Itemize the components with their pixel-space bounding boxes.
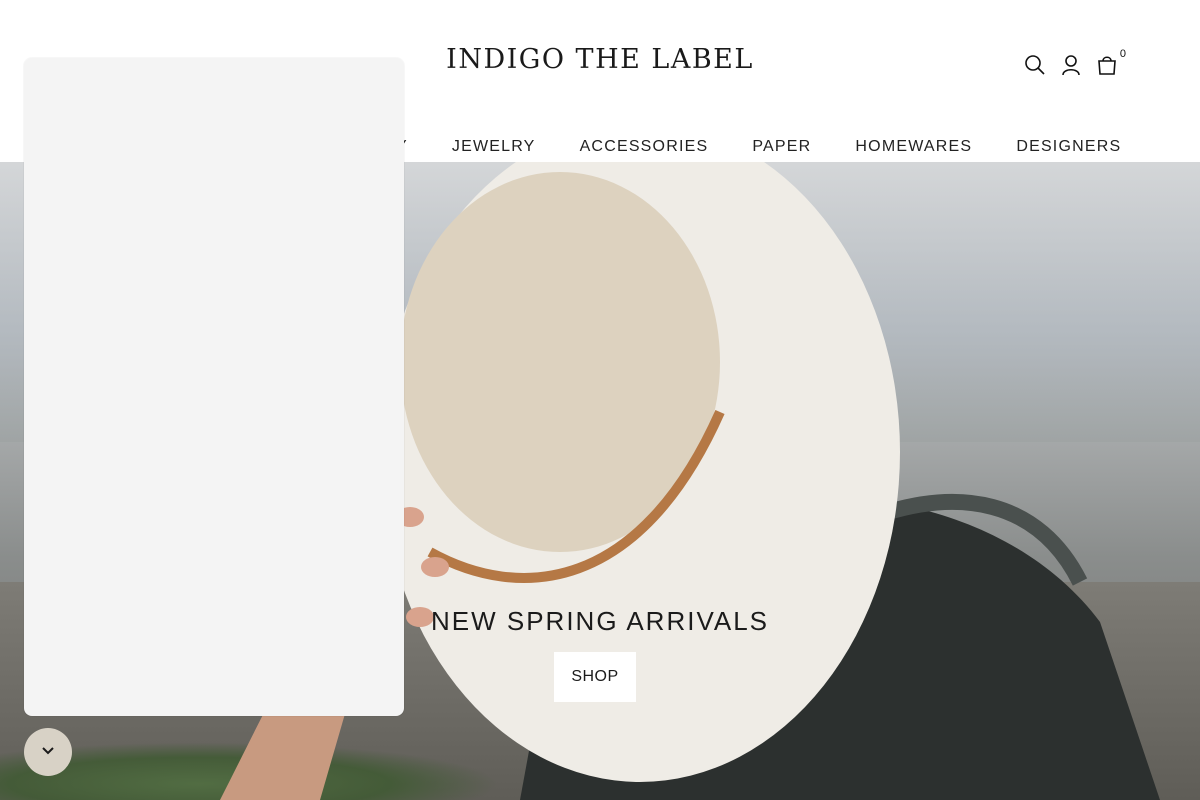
nav-item-jewelry[interactable]: JEWELRY <box>430 136 558 158</box>
main-nav: Y JEWELRY ACCESSORIES PAPER HOMEWARES DE… <box>374 136 1143 158</box>
brand-logo[interactable]: INDIGO THE LABEL <box>430 44 770 75</box>
popup-panel[interactable] <box>24 58 404 716</box>
nav-item-accessories[interactable]: ACCESSORIES <box>558 136 731 158</box>
popup-toggle-button[interactable] <box>24 728 72 776</box>
nav-item-designers[interactable]: DESIGNERS <box>994 136 1143 158</box>
shop-button[interactable]: SHOP <box>554 652 636 702</box>
account-icon[interactable] <box>1060 54 1082 76</box>
search-icon[interactable] <box>1024 54 1046 76</box>
chevron-down-icon <box>41 743 55 761</box>
nav-item-paper[interactable]: PAPER <box>730 136 833 158</box>
cart-count: 0 <box>1119 48 1126 60</box>
header-icons: 0 <box>1024 48 1126 76</box>
cart-icon[interactable]: 0 <box>1096 48 1126 76</box>
nav-item-homewares[interactable]: HOMEWARES <box>833 136 994 158</box>
